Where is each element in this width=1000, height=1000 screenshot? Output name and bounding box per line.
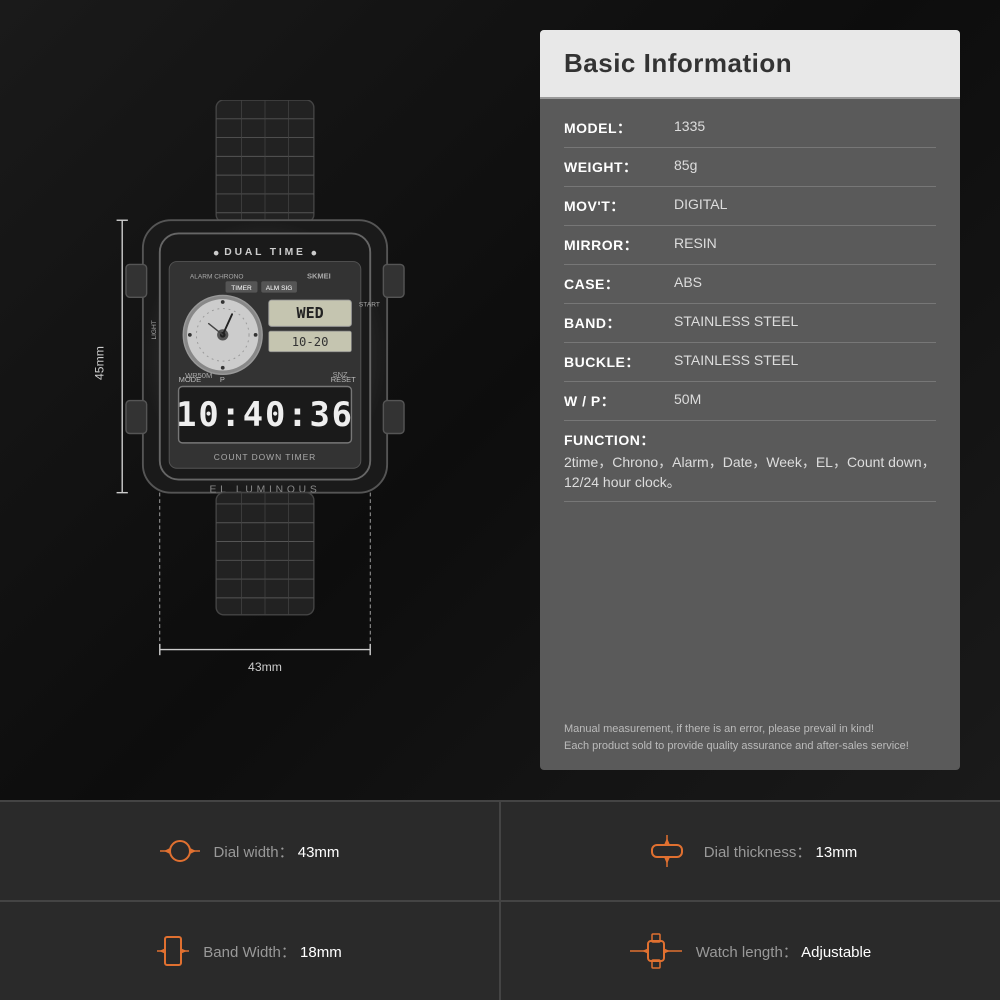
spec-dial-thickness: Dial thickness： 13mm <box>501 802 1000 900</box>
svg-text:ALM SIG: ALM SIG <box>266 285 293 292</box>
svg-text:WED: WED <box>297 304 324 322</box>
value-case: ABS <box>674 274 936 290</box>
info-header: Basic Information <box>540 30 960 99</box>
label-model: MODEL： <box>564 118 674 138</box>
spec-watch-length: Watch length： Adjustable <box>501 902 1000 1000</box>
info-row-function: FUNCTION： 2time，Chrono，Alarm，Date，Week，E… <box>564 421 936 502</box>
watch-length-icon <box>630 933 682 969</box>
svg-text:10-20: 10-20 <box>292 335 329 349</box>
svg-text:START: START <box>359 302 380 309</box>
info-panel: Basic Information MODEL： 1335 WEIGHT： 85… <box>540 30 960 770</box>
svg-text:COUNT DOWN TIMER: COUNT DOWN TIMER <box>214 452 316 462</box>
dial-thickness-icon <box>644 835 690 867</box>
spec-band-width-value: 18mm <box>300 944 342 961</box>
value-weight: 85g <box>674 157 936 173</box>
value-mirror: RESIN <box>674 235 936 251</box>
watch-container: DUAL TIME ALARM CHRONO SKMEI TIMER ALM S… <box>75 100 455 720</box>
watch-area: DUAL TIME ALARM CHRONO SKMEI TIMER ALM S… <box>0 0 530 800</box>
spec-dial-width: Dial width： 43mm <box>0 802 501 900</box>
specs-bar: Dial width： 43mm Dial thickness： 13mm <box>0 800 1000 1000</box>
svg-text:LIGHT: LIGHT <box>151 320 158 339</box>
svg-text:P: P <box>220 375 225 384</box>
svg-text:SKMEI: SKMEI <box>307 271 331 280</box>
spec-dial-width-label: Dial width： <box>214 844 294 861</box>
disclaimer-line1: Manual measurement, if there is an error… <box>564 721 936 738</box>
label-buckle: BUCKLE： <box>564 352 674 372</box>
info-body: MODEL： 1335 WEIGHT： 85g MOV'T： DIGITAL M… <box>540 99 960 770</box>
info-row-buckle: BUCKLE： STAINLESS STEEL <box>564 343 936 382</box>
value-function: 2time，Chrono，Alarm，Date，Week，EL，Count do… <box>564 452 936 492</box>
watch-illustration: DUAL TIME ALARM CHRONO SKMEI TIMER ALM S… <box>75 100 455 720</box>
svg-text:MODE: MODE <box>179 375 202 384</box>
label-mirror: MIRROR： <box>564 235 674 255</box>
specs-row-top: Dial width： 43mm Dial thickness： 13mm <box>0 800 1000 900</box>
label-function: FUNCTION： <box>564 432 655 448</box>
spec-dial-width-text: Dial width： 43mm <box>214 841 340 862</box>
label-band: BAND： <box>564 313 674 333</box>
spec-watch-length-text: Watch length： Adjustable <box>696 941 871 962</box>
value-model: 1335 <box>674 118 936 134</box>
svg-text:TIMER: TIMER <box>231 285 252 292</box>
spec-dial-thickness-text: Dial thickness： 13mm <box>704 841 857 862</box>
spec-dial-width-value: 43mm <box>298 844 340 861</box>
info-row-mirror: MIRROR： RESIN <box>564 226 936 265</box>
spec-band-width-label: Band Width： <box>203 944 296 961</box>
info-title: Basic Information <box>564 48 936 79</box>
spec-dial-thickness-label: Dial thickness： <box>704 844 812 861</box>
info-disclaimer: Manual measurement, if there is an error… <box>564 709 936 760</box>
value-movt: DIGITAL <box>674 196 936 212</box>
label-wp: W / P： <box>564 391 674 411</box>
spec-band-width: Band Width： 18mm <box>0 902 501 1000</box>
svg-text:10:40:36: 10:40:36 <box>176 395 354 434</box>
info-row-model: MODEL： 1335 <box>564 109 936 148</box>
specs-row-bottom: Band Width： 18mm Watch length： Adj <box>0 900 1000 1000</box>
spec-watch-length-value: Adjustable <box>801 944 871 961</box>
value-buckle: STAINLESS STEEL <box>674 352 936 368</box>
info-row-band: BAND： STAINLESS STEEL <box>564 304 936 343</box>
value-wp: 50M <box>674 391 936 407</box>
spec-watch-length-label: Watch length： <box>696 944 798 961</box>
disclaimer-line2: Each product sold to provide quality ass… <box>564 738 936 755</box>
label-movt: MOV'T： <box>564 196 674 216</box>
info-row-wp: W / P： 50M <box>564 382 936 421</box>
spec-band-width-text: Band Width： 18mm <box>203 941 341 962</box>
band-width-icon <box>157 933 189 969</box>
spec-dial-thickness-value: 13mm <box>816 844 858 861</box>
svg-text:DUAL TIME: DUAL TIME <box>224 247 305 258</box>
dial-width-icon <box>160 835 200 867</box>
info-row-movt: MOV'T： DIGITAL <box>564 187 936 226</box>
svg-text:43mm: 43mm <box>248 660 282 674</box>
svg-text:ALARM CHRONO: ALARM CHRONO <box>190 273 244 280</box>
label-case: CASE： <box>564 274 674 294</box>
info-row-case: CASE： ABS <box>564 265 936 304</box>
svg-text:RESET: RESET <box>331 375 356 384</box>
value-band: STAINLESS STEEL <box>674 313 936 329</box>
info-row-weight: WEIGHT： 85g <box>564 148 936 187</box>
svg-text:45mm: 45mm <box>92 346 106 380</box>
main-content: DUAL TIME ALARM CHRONO SKMEI TIMER ALM S… <box>0 0 1000 800</box>
label-weight: WEIGHT： <box>564 157 674 177</box>
